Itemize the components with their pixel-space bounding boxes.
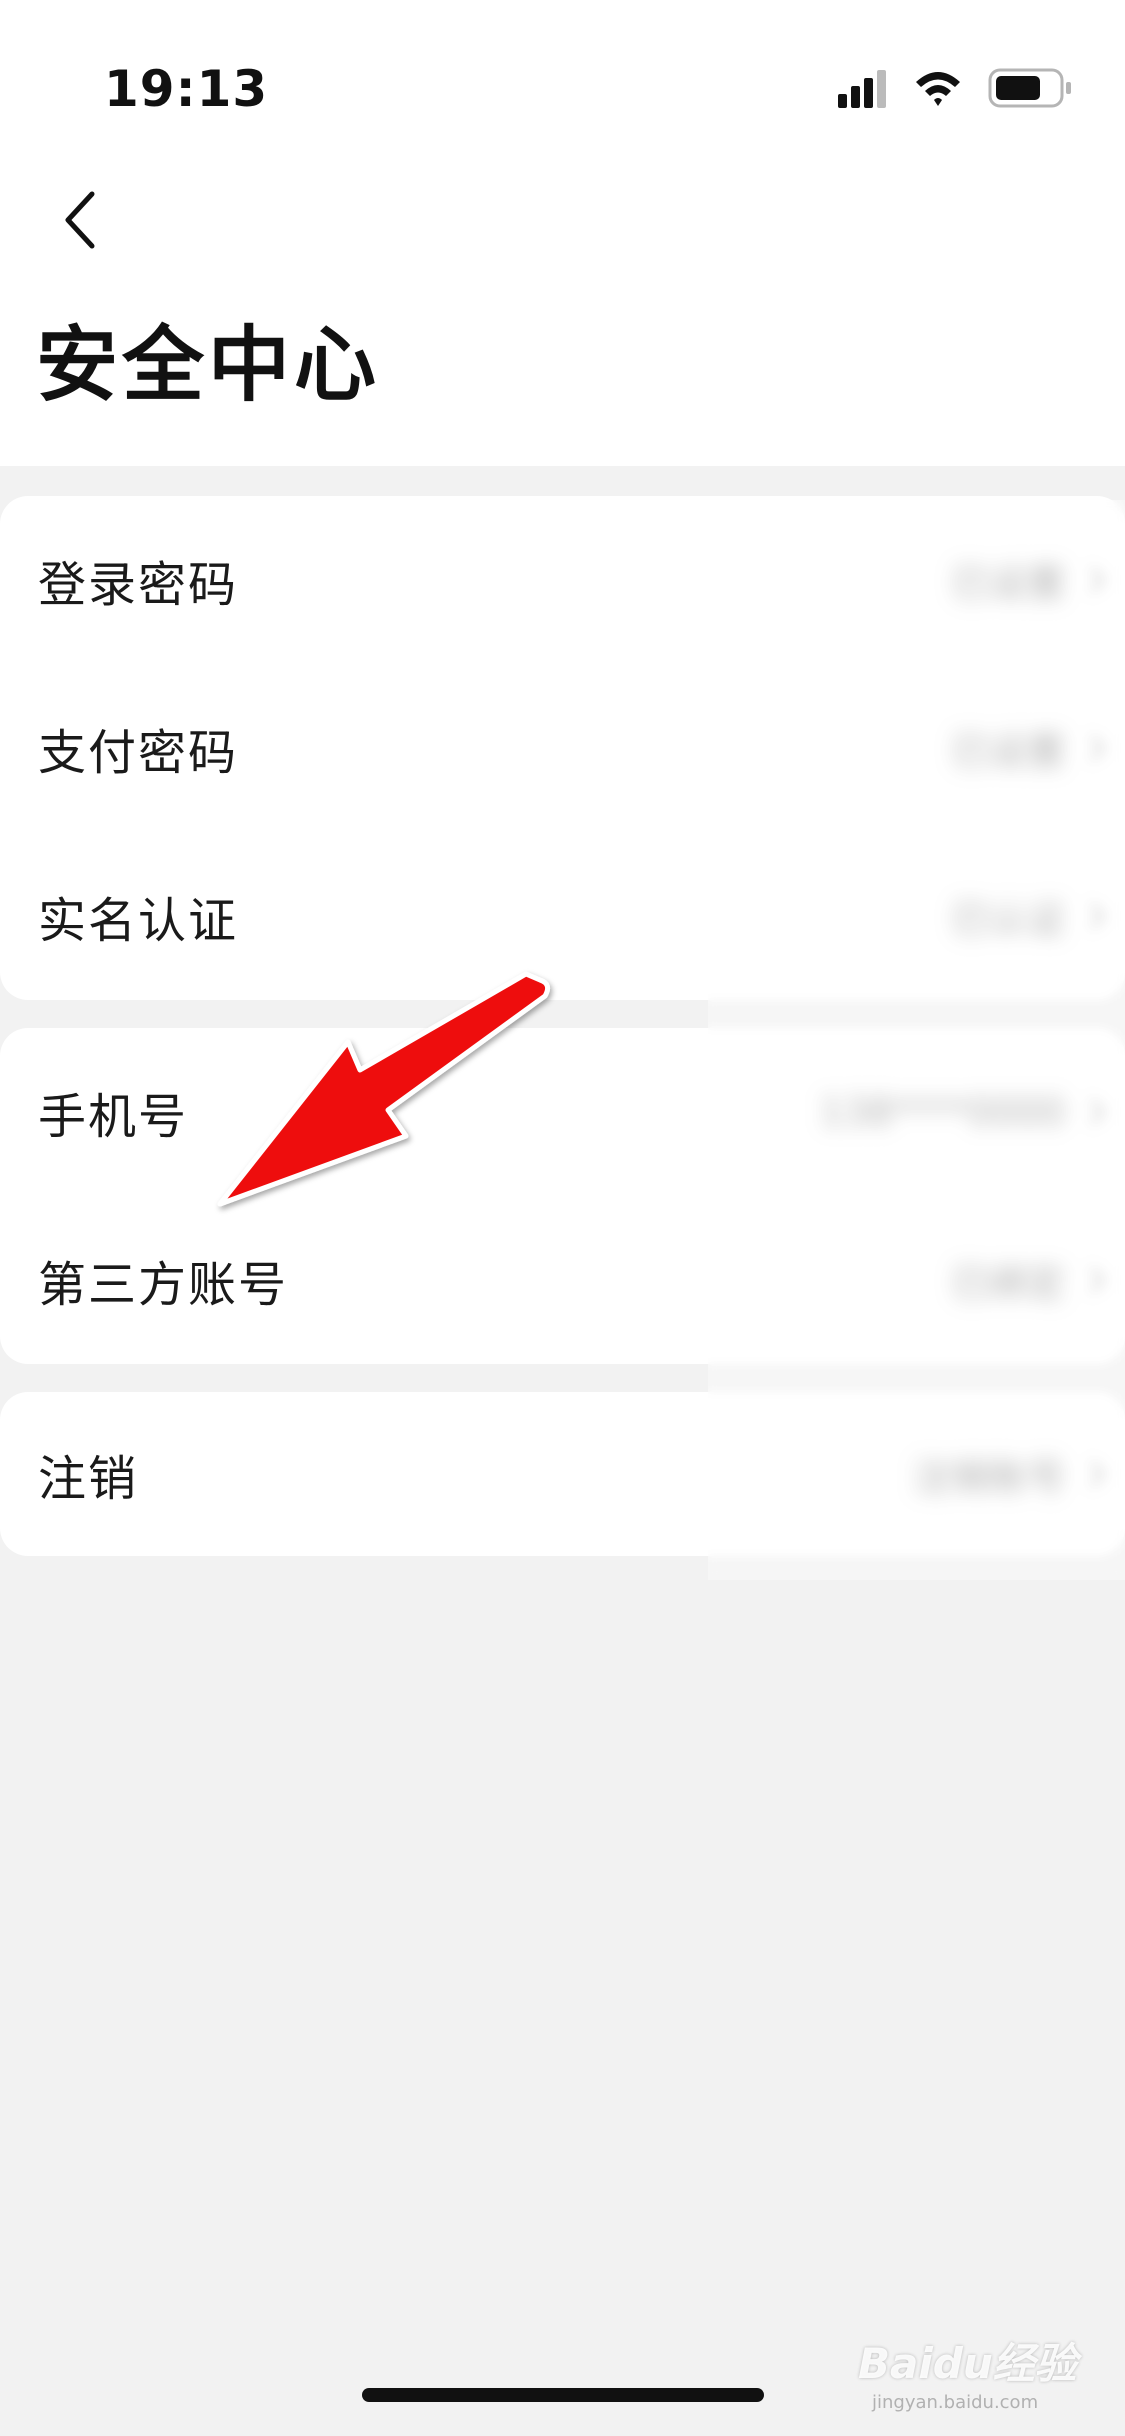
battery-icon <box>988 68 1071 108</box>
home-indicator <box>362 2388 764 2402</box>
row-value: 已设置 <box>950 729 1065 774</box>
row-value: 138****0000 <box>819 1090 1065 1134</box>
row-label: 手机号 <box>38 1089 189 1145</box>
wifi-icon <box>916 72 960 106</box>
row-label: 支付密码 <box>38 725 239 781</box>
settings-group-deactivate: 注销 注销账号 <box>0 1392 1125 1556</box>
status-time: 19:13 <box>104 60 269 118</box>
row-phone-number[interactable]: 手机号 138****0000 <box>0 1028 1125 1196</box>
row-label: 实名认证 <box>38 893 239 949</box>
row-value: 注销账号 <box>912 1455 1065 1500</box>
status-icons <box>838 68 1071 108</box>
row-value: 已认证 <box>950 897 1065 942</box>
row-value: 已设置 <box>950 561 1065 606</box>
row-payment-password[interactable]: 支付密码 已设置 <box>0 664 1125 832</box>
row-label: 登录密码 <box>38 557 239 613</box>
chevron-right-icon <box>1089 1266 1105 1294</box>
settings-group-password: 登录密码 已设置 支付密码 已设置 实名认证 已认证 <box>0 496 1125 1000</box>
row-third-party-account[interactable]: 第三方账号 已绑定 <box>0 1196 1125 1364</box>
row-real-name-verification[interactable]: 实名认证 已认证 <box>0 832 1125 1000</box>
back-button[interactable] <box>40 170 120 270</box>
row-login-password[interactable]: 登录密码 已设置 <box>0 496 1125 664</box>
chevron-right-icon <box>1089 1460 1105 1488</box>
chevron-right-icon <box>1089 566 1105 594</box>
page-title: 安全中心 <box>36 318 381 413</box>
chevron-left-icon <box>65 191 95 249</box>
row-deactivate-account[interactable]: 注销 注销账号 <box>0 1392 1125 1556</box>
watermark-url: jingyan.baidu.com <box>872 2392 1039 2413</box>
chevron-right-icon <box>1089 734 1105 762</box>
row-label: 第三方账号 <box>38 1257 289 1313</box>
row-value: 已绑定 <box>950 1261 1065 1306</box>
settings-group-accounts: 手机号 138****0000 第三方账号 已绑定 <box>0 1028 1125 1364</box>
cellular-signal-icon <box>838 70 886 108</box>
header: 19:13 安全中心 <box>0 0 1125 466</box>
chevron-right-icon <box>1089 1098 1105 1126</box>
row-label: 注销 <box>38 1451 139 1507</box>
chevron-right-icon <box>1089 902 1105 930</box>
